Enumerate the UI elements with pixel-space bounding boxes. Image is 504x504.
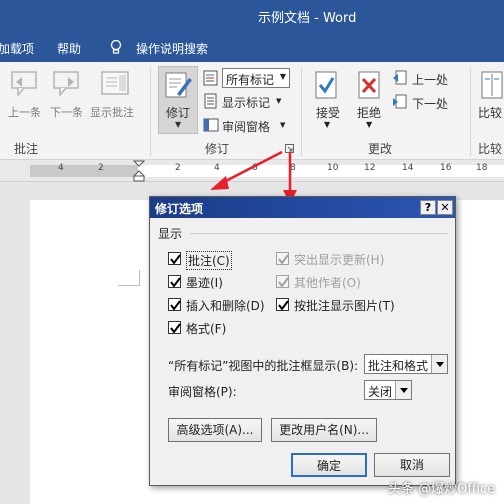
- balloons-select-value: 批注和格式: [368, 359, 429, 373]
- option-ink[interactable]: 墨迹(I): [168, 273, 268, 290]
- watermark: 头条 @爆炒Office: [388, 482, 496, 497]
- checkbox[interactable]: [168, 275, 181, 288]
- option-comments[interactable]: 批注(C): [168, 250, 268, 270]
- reviewing-pane-select[interactable]: 关闭: [364, 380, 412, 400]
- close-button[interactable]: ✕: [437, 200, 453, 215]
- dialog-title-bar[interactable]: 修订选项 ? ✕: [150, 197, 455, 218]
- option-label: 按批注显示图片(T): [294, 299, 395, 313]
- option-highlight-updates: 突出显示更新(H): [276, 250, 416, 267]
- check-icon: [170, 277, 181, 288]
- checkbox[interactable]: [276, 298, 289, 311]
- section-divider: [190, 233, 448, 234]
- annotation-arrowhead-left: [210, 176, 229, 190]
- option-label: 突出显示更新(H): [294, 253, 385, 267]
- checkbox-disabled: [276, 252, 289, 265]
- check-icon: [278, 300, 289, 311]
- check-icon: [170, 300, 181, 311]
- check-icon: [170, 254, 181, 265]
- ok-button[interactable]: 确定: [291, 453, 367, 477]
- checkbox[interactable]: [168, 252, 181, 265]
- chevron-down-icon: [431, 355, 447, 373]
- advanced-options-button[interactable]: 高级选项(A)...: [168, 418, 262, 442]
- balloons-select[interactable]: 批注和格式: [364, 354, 448, 374]
- checkbox-disabled: [276, 275, 289, 288]
- check-icon: [170, 323, 181, 334]
- change-user-name-button[interactable]: 更改用户名(N)...: [271, 418, 377, 442]
- check-icon: [278, 277, 289, 288]
- chevron-down-icon: [395, 381, 411, 399]
- dialog-title: 修订选项: [155, 202, 204, 216]
- option-other-authors: 其他作者(O): [276, 273, 416, 290]
- option-pictures-by-comments[interactable]: 按批注显示图片(T): [276, 296, 426, 313]
- annotation-arrow-left: [219, 150, 283, 186]
- help-button[interactable]: ?: [420, 200, 436, 215]
- option-insertions-deletions[interactable]: 插入和删除(D): [168, 296, 278, 313]
- reviewing-pane-label: 审阅窗格(P):: [168, 385, 237, 399]
- option-label: 墨迹(I): [186, 276, 223, 290]
- balloons-label: “所有标记”视图中的批注框显示(B):: [168, 359, 359, 373]
- option-label: 其他作者(O): [294, 276, 361, 290]
- display-section-label: 显示: [158, 227, 183, 241]
- checkbox[interactable]: [168, 321, 181, 334]
- reviewing-pane-select-value: 关闭: [368, 385, 393, 399]
- option-label: 插入和删除(D): [186, 299, 265, 313]
- cancel-button[interactable]: 取消: [374, 453, 450, 477]
- check-icon: [278, 254, 289, 265]
- track-changes-options-dialog: 修订选项 ? ✕ 显示 批注(C) 墨迹(I) 插入和删除(D) 格式(F) 突…: [149, 196, 456, 486]
- option-label: 格式(F): [186, 322, 227, 336]
- checkbox[interactable]: [168, 298, 181, 311]
- option-label: 批注(C): [186, 251, 232, 270]
- option-formatting[interactable]: 格式(F): [168, 319, 268, 336]
